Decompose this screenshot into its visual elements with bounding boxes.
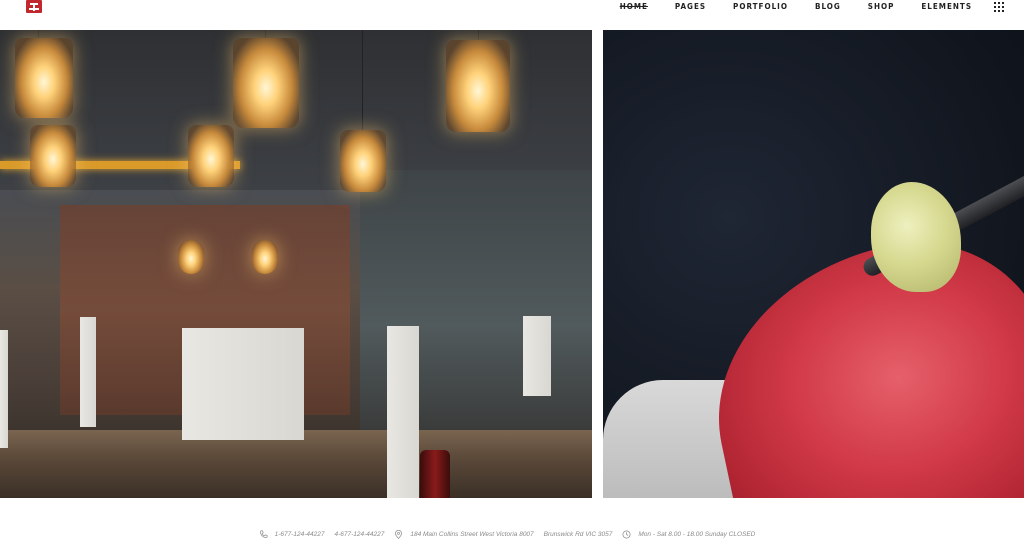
- nav-blog[interactable]: BLOG: [815, 2, 841, 11]
- restaurant-interior-image: [0, 30, 592, 498]
- grid-menu-icon[interactable]: [994, 1, 1004, 12]
- hours-info: Mon - Sat 8.00 - 18.00 Sunday CLOSED: [622, 530, 765, 539]
- phone-number-1[interactable]: 1-677-124-44227: [275, 531, 325, 538]
- phone-icon: [259, 530, 268, 538]
- location-pin-icon: [395, 529, 403, 539]
- main-navigation: HOME PAGES PORTFOLIO BLOG SHOP ELEMENTS: [593, 0, 1004, 13]
- nav-portfolio[interactable]: PORTFOLIO: [733, 2, 788, 11]
- phone-number-2[interactable]: 4-677-124-44227: [334, 531, 384, 538]
- nav-pages[interactable]: PAGES: [675, 2, 706, 11]
- clock-icon: [622, 530, 631, 538]
- nav-elements[interactable]: ELEMENTS: [921, 2, 972, 11]
- address-info: 184 Main Collins Street West Victoria 80…: [394, 529, 622, 539]
- nav-home[interactable]: HOME: [620, 2, 648, 11]
- opening-hours: Mon - Sat 8.00 - 18.00 Sunday CLOSED: [638, 530, 756, 538]
- contact-bar: 1-677-124-44227 4-677-124-44227 184 Main…: [0, 520, 1024, 548]
- address-line-2: Brunswick Rd VIC 3057: [543, 530, 613, 538]
- phone-info: 1-677-124-44227 4-677-124-44227: [259, 530, 395, 539]
- address-line-1: 184 Main Collins Street West Victoria 80…: [410, 530, 534, 538]
- restaurant-logo-icon[interactable]: [26, 0, 42, 13]
- tuna-sashimi-image: [603, 30, 1024, 498]
- nav-shop[interactable]: SHOP: [868, 2, 895, 11]
- site-header: HOME PAGES PORTFOLIO BLOG SHOP ELEMENTS: [0, 0, 1024, 30]
